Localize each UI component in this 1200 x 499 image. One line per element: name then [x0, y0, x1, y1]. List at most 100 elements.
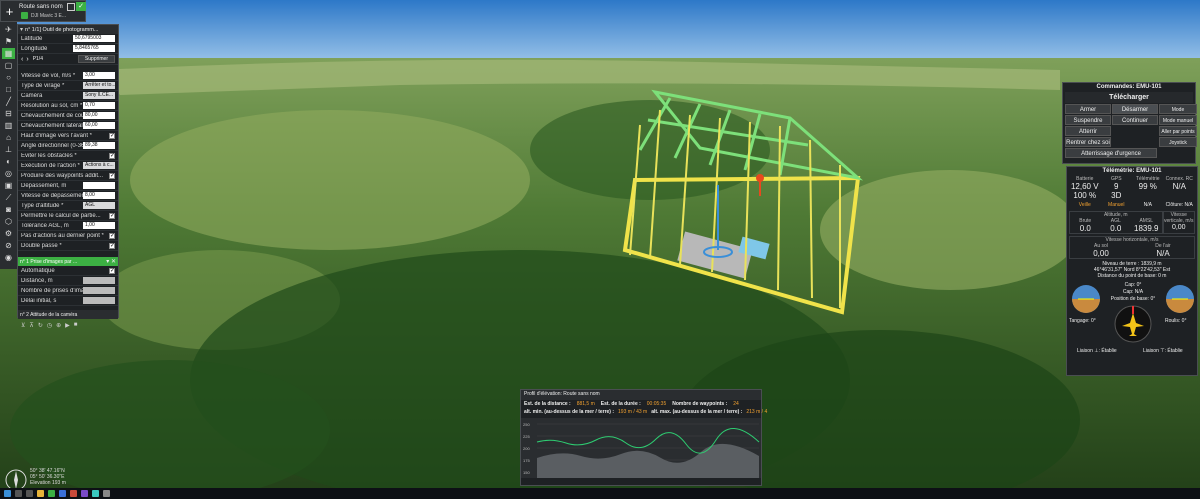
confirm-icon[interactable]: ✓ [76, 2, 86, 11]
add-icon[interactable]: + [3, 5, 16, 19]
param-input[interactable]: 80,00 [83, 112, 115, 119]
explorer-icon[interactable] [37, 490, 44, 497]
gimbal-action-icon[interactable]: ⊼ [29, 322, 33, 329]
param-row: Produire des waypoints addit... [18, 171, 118, 181]
duration-value: 00:05:35 [646, 401, 667, 407]
upload-button[interactable]: Télécharger [1065, 92, 1193, 103]
telemetry-value [1164, 191, 1196, 200]
command-button[interactable]: Désarmer [1112, 104, 1158, 114]
emergency-landing-button[interactable]: Atterrissage d'urgence [1065, 148, 1157, 158]
waypoint-icon[interactable]: ⚑ [2, 36, 15, 47]
start-icon[interactable] [4, 490, 11, 497]
browser-icon[interactable] [48, 490, 55, 497]
route-name[interactable]: Route sans nom [19, 4, 63, 10]
action-input[interactable] [83, 277, 115, 284]
search-icon[interactable] [15, 490, 22, 497]
param-select[interactable]: Arrêter et to... [83, 82, 115, 89]
polygon-icon[interactable]: ▢ [2, 60, 15, 71]
param-input[interactable]: 60,00 [83, 122, 115, 129]
command-button[interactable]: Mode automatique [1159, 104, 1197, 123]
action-label: Automatique [21, 267, 55, 274]
mail-icon[interactable] [59, 490, 66, 497]
app2-icon[interactable] [81, 490, 88, 497]
action2-header[interactable]: n° 2 Attitude de la caméra [18, 310, 118, 319]
tower-icon[interactable]: ⊥ [2, 144, 15, 155]
cap-readout: Cap: 0° [1124, 282, 1142, 288]
elevation-profile-panel: Profil d'élévation: Route sans nom Est. … [520, 389, 767, 486]
coord-label: Longitude [21, 45, 48, 52]
command-button[interactable]: Suspendre [1065, 115, 1111, 125]
zoom-action-icon[interactable]: ⊕ [56, 322, 61, 329]
altitude-value: 1839.9 [1134, 224, 1159, 233]
param-input[interactable] [83, 182, 115, 189]
param-checkbox[interactable] [109, 132, 115, 139]
hover-action-icon[interactable]: ◷ [47, 322, 52, 329]
action-input[interactable] [83, 297, 115, 304]
param-checkbox[interactable] [109, 242, 115, 249]
base-position-readout: Position de base: 0° [1110, 296, 1156, 302]
ruler-icon[interactable]: ⟋ [2, 192, 15, 203]
collapse-icon[interactable]: ▾ [20, 26, 23, 33]
elevation-ytick: 250 [523, 422, 530, 427]
action-checkbox[interactable] [109, 267, 115, 274]
param-input[interactable]: 89,38 [83, 142, 115, 149]
camera-action-icon[interactable]: ⊻ [21, 322, 25, 329]
param-input[interactable]: 3,00 [83, 72, 115, 79]
plane-icon[interactable]: ✈ [2, 24, 15, 35]
command-button[interactable]: Rentrer chez soi [1065, 137, 1111, 147]
video-action-icon[interactable]: ▶ [65, 322, 70, 329]
command-button[interactable]: Joystick [1159, 137, 1197, 147]
yaw-action-icon[interactable]: ↻ [38, 322, 43, 329]
taskview-icon[interactable] [26, 490, 33, 497]
param-checkbox[interactable] [109, 152, 115, 159]
param-select[interactable]: AGL [83, 202, 115, 209]
building-icon[interactable]: ⌂ [2, 132, 15, 143]
line-icon[interactable]: ╱ [2, 96, 15, 107]
square-icon[interactable]: □ [2, 84, 15, 95]
panorama-icon[interactable]: ◐ [2, 156, 15, 167]
stop-action-icon[interactable]: ■ [74, 322, 78, 329]
prev-icon[interactable]: ‹ [21, 56, 23, 63]
param-row: Vitesse de dépassement, m/s8,00 [18, 191, 118, 201]
delete-button[interactable]: Supprimer [77, 55, 115, 63]
grid-icon[interactable]: ▦ [2, 48, 15, 59]
next-icon[interactable]: › [26, 56, 28, 63]
param-input[interactable]: 0,70 [83, 102, 115, 109]
zone-icon[interactable]: ⬡ [2, 216, 15, 227]
circle-icon[interactable]: ○ [2, 72, 15, 83]
photo-icon[interactable]: ▣ [2, 180, 15, 191]
camera-icon[interactable]: ◙ [2, 204, 15, 215]
app3-icon[interactable] [92, 490, 99, 497]
command-button[interactable]: Mode manuel [1159, 115, 1197, 125]
facade-icon[interactable]: ▥ [2, 120, 15, 131]
command-button[interactable]: Armer [1065, 104, 1111, 114]
action1-header[interactable]: n° 1 Prise d'images par ... ▾ ✕ [18, 257, 118, 266]
coord-input[interactable]: 5,8465765 [73, 45, 115, 52]
orbit-icon[interactable]: ◎ [2, 168, 15, 179]
mode-indicator: Clôture: N/A [1165, 202, 1193, 208]
param-checkbox[interactable] [109, 212, 115, 219]
app-icon[interactable] [70, 490, 77, 497]
command-button[interactable]: Atterrir [1065, 126, 1111, 136]
altitude-value: 0.0 [1110, 224, 1122, 233]
app4-icon[interactable] [103, 490, 110, 497]
param-input[interactable]: 8,00 [83, 192, 115, 199]
command-button[interactable]: Continuer [1112, 115, 1158, 125]
coord-input[interactable]: 50,6795003 [73, 35, 115, 42]
hud-readout: 50° 38' 47.16"N 05° 50' 36.30"E Elevatio… [30, 468, 66, 486]
action-input[interactable] [83, 287, 115, 294]
param-checkbox[interactable] [109, 172, 115, 179]
coord-row: Longitude 5,8465765 [18, 44, 118, 54]
param-row: Chevauchement latéral, % *60,00 [18, 121, 118, 131]
settings-icon[interactable]: ⚙ [2, 228, 15, 239]
target-icon[interactable]: ◉ [2, 252, 15, 263]
lock-icon[interactable] [67, 3, 75, 11]
param-input[interactable]: 1,00 [83, 222, 115, 229]
param-select[interactable]: Sony ILCE... [83, 92, 115, 99]
param-select[interactable]: Actions à c... [83, 162, 115, 169]
delete-icon[interactable]: ▾ ✕ [106, 258, 116, 265]
block-icon[interactable]: ⊘ [2, 240, 15, 251]
command-button[interactable]: Aller par points [1159, 126, 1197, 136]
corridor-icon[interactable]: ⊟ [2, 108, 15, 119]
param-checkbox[interactable] [109, 232, 115, 239]
